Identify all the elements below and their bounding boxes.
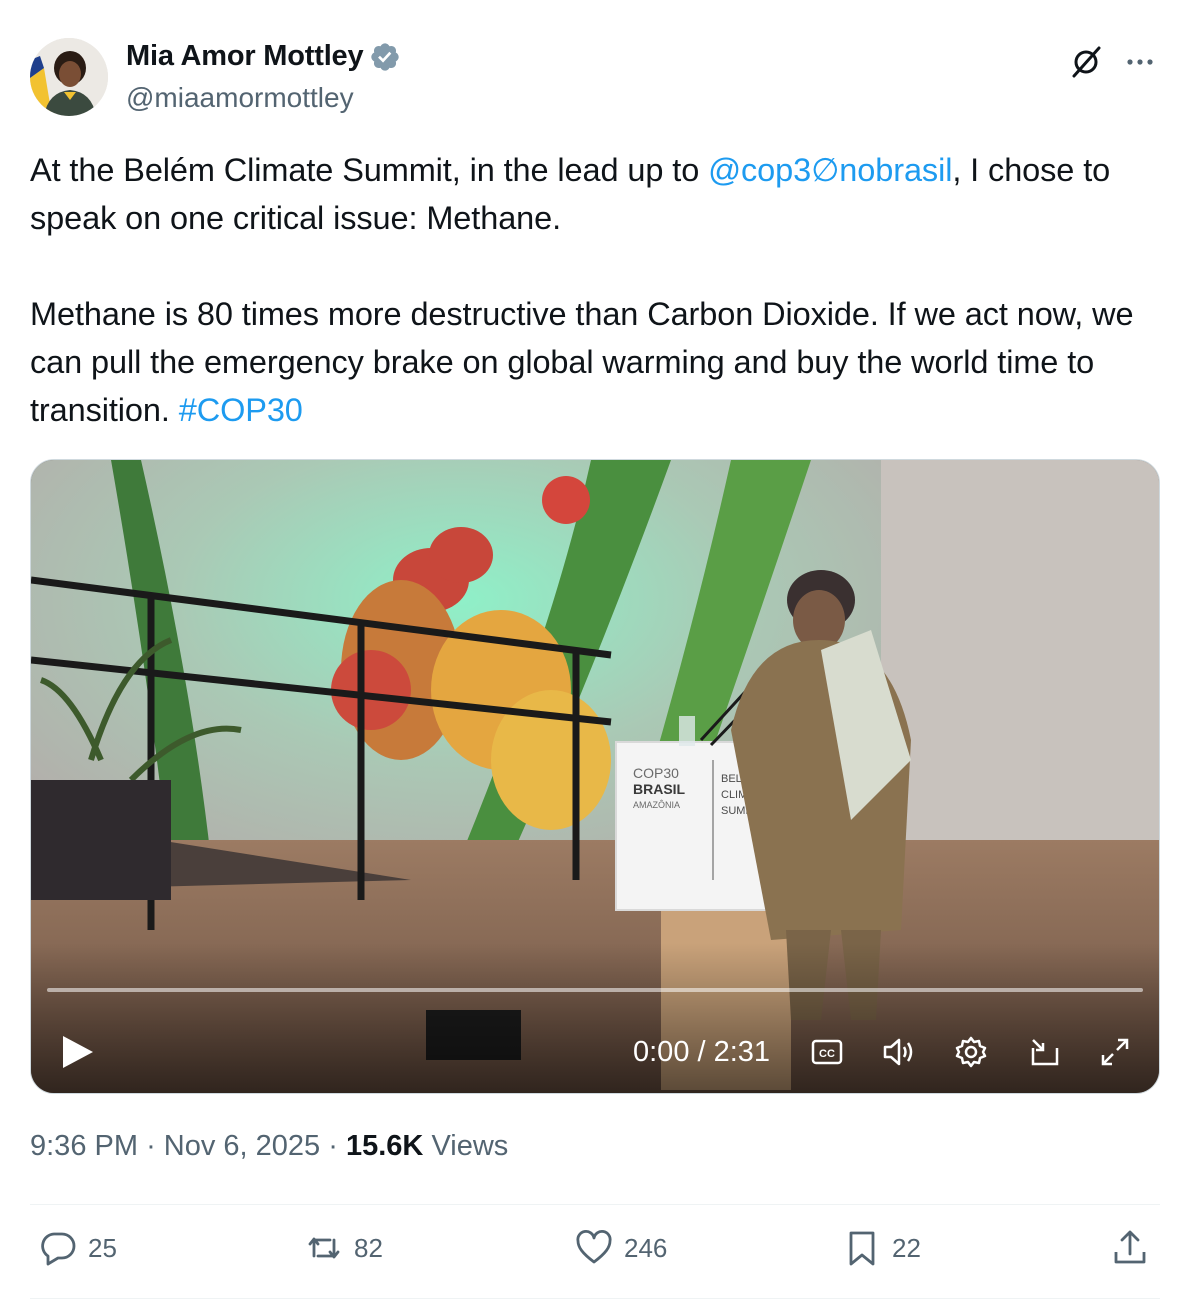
video-time-display: 0:00 / 2:31: [633, 1036, 771, 1068]
tweet-metadata: 9:36 PM · Nov 6, 2025 · 15.6K Views: [30, 1130, 508, 1163]
hashtag-link[interactable]: #COP30: [179, 392, 303, 428]
bookmark-icon: [849, 1231, 875, 1266]
repost-count: 82: [354, 1232, 383, 1263]
action-bar: 25 82 246 22: [30, 1228, 1160, 1278]
video-player[interactable]: COP30 BRASIL AMAZÔNIA BELÉM CLIMATE SUMM…: [30, 459, 1160, 1094]
controls-overlay: [31, 943, 1159, 1093]
repost-button[interactable]: 82: [304, 1228, 383, 1268]
video-progress-bar[interactable]: [47, 988, 1143, 992]
divider: [30, 1298, 1160, 1299]
separator: ·: [328, 1130, 338, 1162]
user-handle[interactable]: @miaamormottley: [126, 82, 354, 114]
display-name[interactable]: Mia Amor Mottley: [126, 40, 364, 73]
reply-button[interactable]: 25: [38, 1228, 117, 1268]
podium-sign-left-2: BRASIL: [633, 781, 686, 797]
fullscreen-icon[interactable]: [1097, 1034, 1133, 1070]
repost-icon: [308, 1237, 340, 1259]
tweet-paragraph-1: At the Belém Climate Summit, in the lead…: [30, 146, 1155, 242]
mention-link[interactable]: @cop3∅nobrasil: [708, 152, 952, 188]
settings-gear-icon[interactable]: [953, 1034, 989, 1070]
divider: [30, 1204, 1160, 1205]
podium-sign-left-1: COP30: [633, 765, 679, 781]
tweet-paragraph-2: Methane is 80 times more destructive tha…: [30, 290, 1155, 434]
views-count: 15.6K: [345, 1130, 424, 1162]
share-icon: [1114, 1230, 1146, 1264]
tweet-text: At the Belém Climate Summit, in the lead…: [30, 146, 1155, 434]
more-options-icon[interactable]: [1122, 44, 1158, 80]
like-count: 246: [624, 1232, 668, 1263]
reply-count: 25: [88, 1232, 117, 1263]
grok-icon[interactable]: [1068, 44, 1104, 80]
bookmark-count: 22: [892, 1232, 921, 1263]
play-icon[interactable]: [57, 1032, 97, 1072]
views-label: Views: [431, 1130, 509, 1162]
podium-sign-left-3: AMAZÔNIA: [633, 800, 680, 810]
volume-icon[interactable]: [881, 1034, 917, 1070]
tweet-time[interactable]: 9:36 PM: [30, 1130, 138, 1162]
picture-in-picture-icon[interactable]: [1027, 1034, 1063, 1070]
svg-text:CC: CC: [819, 1048, 835, 1060]
avatar[interactable]: [30, 38, 108, 116]
tweet-text-segment: At the Belém Climate Summit, in the lead…: [30, 152, 709, 188]
tweet-header: Mia Amor Mottley @miaamormottley: [30, 38, 1158, 118]
verified-badge-icon: [369, 41, 401, 73]
like-button[interactable]: 246: [574, 1228, 667, 1268]
reply-icon: [41, 1232, 76, 1266]
separator: ·: [146, 1130, 156, 1162]
tweet-date[interactable]: Nov 6, 2025: [164, 1130, 320, 1162]
share-button[interactable]: [1110, 1228, 1150, 1268]
closed-captions-icon[interactable]: CC: [809, 1034, 845, 1070]
heart-icon: [576, 1229, 612, 1264]
bookmark-button[interactable]: 22: [842, 1228, 921, 1268]
